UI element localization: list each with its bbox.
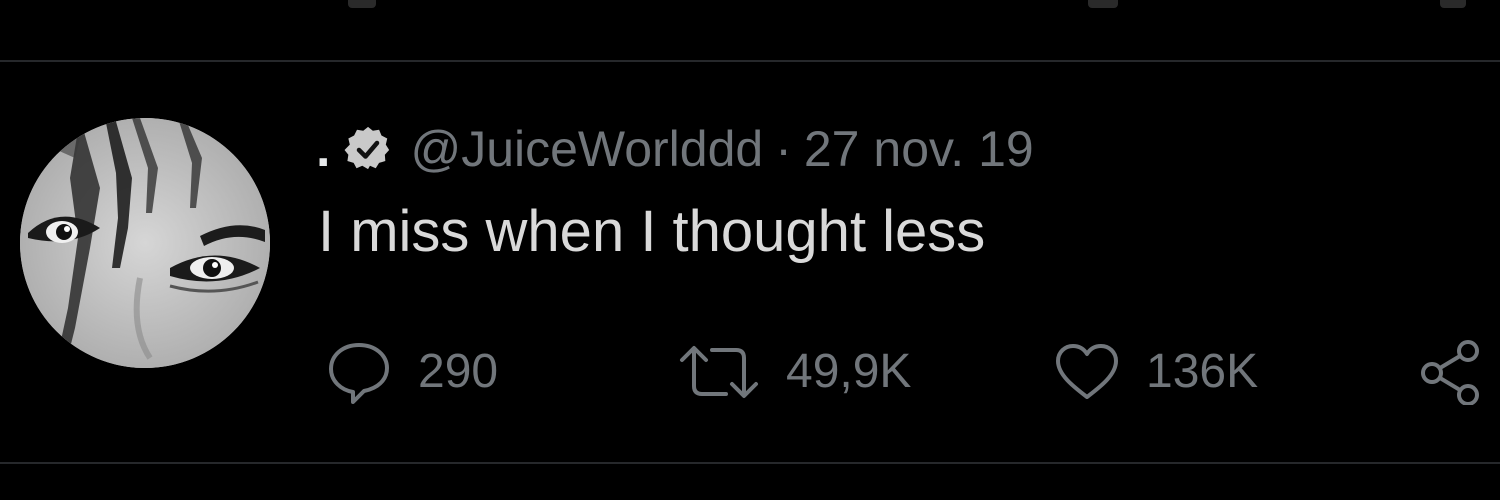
header-separator: · xyxy=(775,121,792,177)
user-handle[interactable]: @JuiceWorlddd xyxy=(410,124,763,174)
tweet-actions: 290 49,9K 136K xyxy=(0,332,1500,412)
reply-count: 290 xyxy=(418,345,499,398)
avatar-photo xyxy=(20,118,270,368)
previous-like-icon-remnant xyxy=(1088,0,1118,8)
tweet-screenshot: . @JuiceWorlddd · 27 nov. 19 I miss when… xyxy=(0,0,1500,500)
avatar[interactable] xyxy=(20,118,270,368)
bottom-divider xyxy=(0,462,1500,464)
reply-button[interactable]: 290 xyxy=(326,332,498,412)
verified-badge-icon xyxy=(344,125,392,173)
like-button[interactable]: 136K xyxy=(1054,332,1258,412)
retweet-count: 49,9K xyxy=(786,345,912,398)
previous-tweet-remnant xyxy=(0,0,1500,62)
heart-icon xyxy=(1056,344,1118,399)
display-name[interactable]: . xyxy=(316,123,330,175)
like-count: 136K xyxy=(1146,345,1259,398)
share-icon xyxy=(1421,340,1479,405)
share-button[interactable] xyxy=(1418,332,1484,412)
retweet-button[interactable]: 49,9K xyxy=(678,332,911,412)
retweet-icon xyxy=(680,346,758,398)
tweet-header: . @JuiceWorlddd · 27 nov. 19 xyxy=(316,114,1034,184)
reply-icon xyxy=(329,343,389,404)
tweet-date[interactable]: 27 nov. 19 xyxy=(804,124,1034,174)
previous-share-icon-remnant xyxy=(1440,0,1466,8)
top-divider xyxy=(0,60,1500,62)
tweet-text: I miss when I thought less xyxy=(318,199,986,264)
previous-reply-icon-remnant xyxy=(348,0,376,8)
